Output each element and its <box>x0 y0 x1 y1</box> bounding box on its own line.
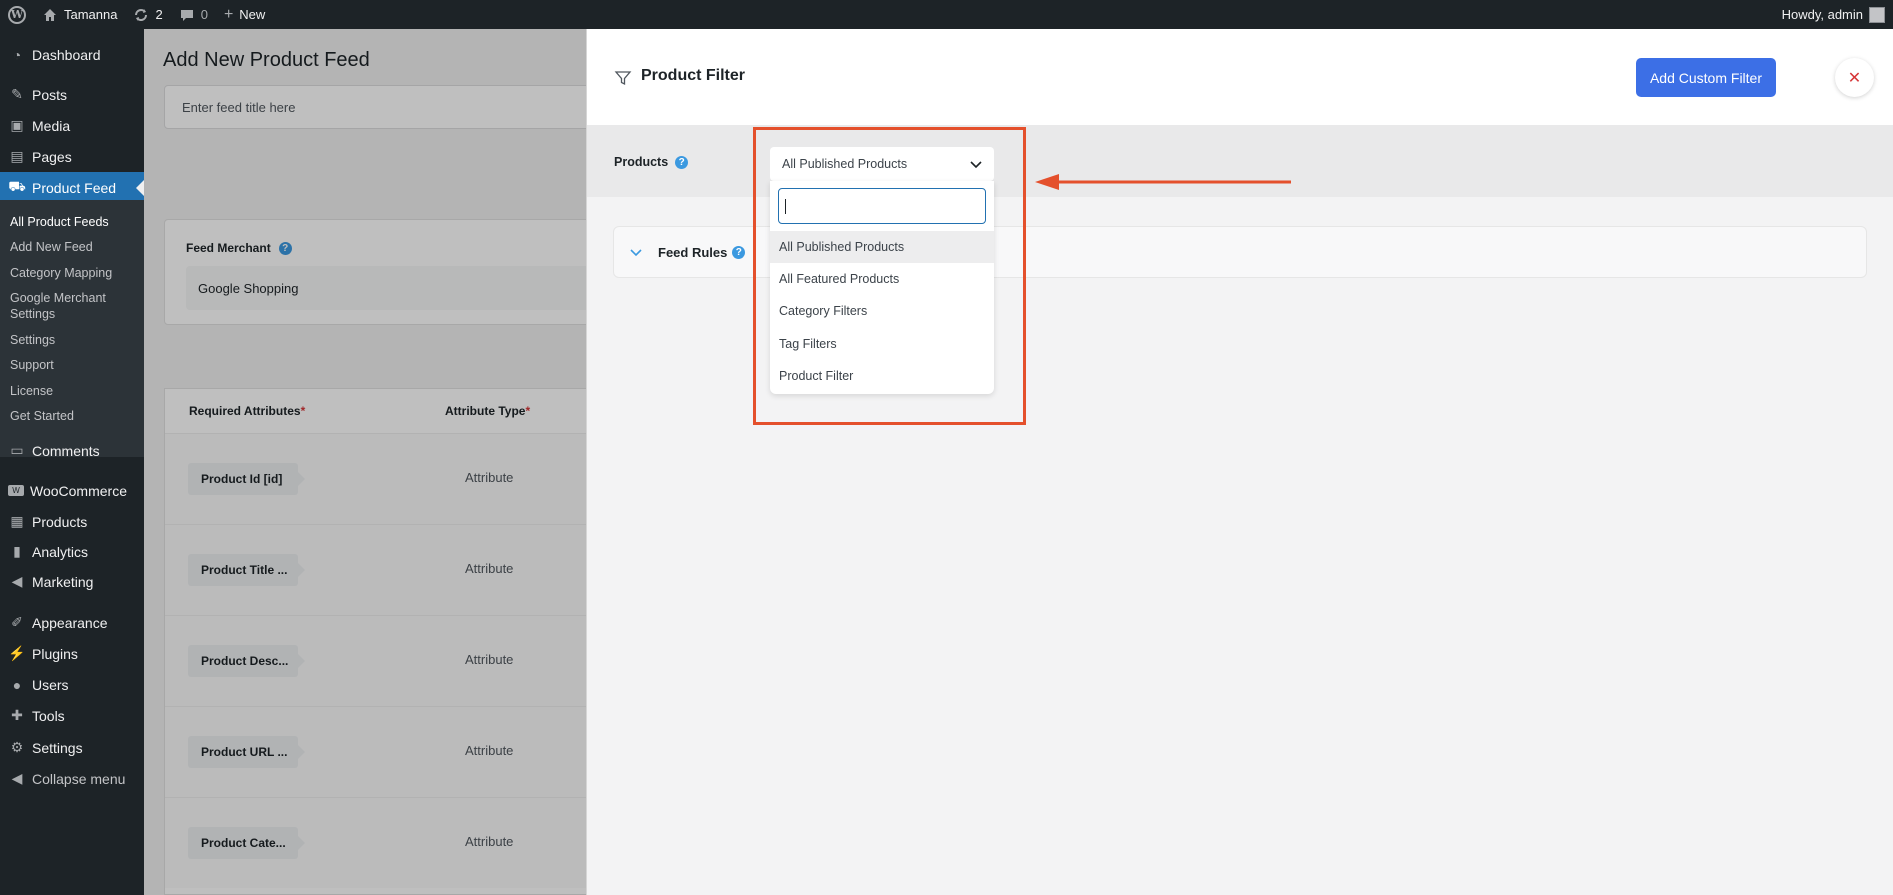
collapse-icon: ◀ <box>11 770 23 786</box>
admin-sidebar: ◔ Dashboard ✎ Posts ▣ Media ▤ Pages ⛟ Product… <box>0 29 144 895</box>
menu-marketing[interactable]: ◀ Marketing <box>0 566 144 597</box>
chevron-down-icon <box>630 249 642 257</box>
menu-tools[interactable]: ✚ Tools <box>0 700 144 731</box>
menu-label: Comments <box>32 442 100 459</box>
close-icon: ✕ <box>1847 69 1862 87</box>
submenu-category-mapping[interactable]: Category Mapping <box>10 265 135 281</box>
updates-count: 2 <box>155 7 163 22</box>
menu-label: Posts <box>32 86 68 103</box>
refresh-icon <box>135 8 148 21</box>
submenu-settings[interactable]: Settings <box>10 332 135 348</box>
cart-icon: ⛟ <box>8 178 26 194</box>
menu-label: Tools <box>32 707 65 724</box>
wrench-icon: ✚ <box>11 707 23 723</box>
drawer-header: Product Filter Add Custom Filter ✕ <box>587 29 1893 125</box>
brush-icon: ✐ <box>11 614 23 630</box>
menu-label: Users <box>32 676 69 693</box>
menu-label: Dashboard <box>32 46 101 63</box>
woo-icon: W <box>8 485 24 496</box>
wordpress-icon: W <box>8 5 26 24</box>
add-custom-filter-button[interactable]: Add Custom Filter <box>1636 58 1776 97</box>
menu-pages[interactable]: ▤ Pages <box>0 141 144 172</box>
menu-appearance[interactable]: ✐ Appearance <box>0 607 144 638</box>
updates-link[interactable]: 2 <box>125 0 170 29</box>
comments-count: 0 <box>200 7 208 22</box>
menu-label: Appearance <box>32 614 108 631</box>
wp-logo-button[interactable]: W <box>0 0 34 29</box>
media-icon: ▣ <box>10 117 24 133</box>
menu-label: Marketing <box>32 573 94 590</box>
menu-label: Settings <box>32 739 83 756</box>
product-feed-submenu: All Product Feeds Add New Feed Category … <box>0 200 144 457</box>
menu-label: Media <box>32 117 71 134</box>
menu-settings[interactable]: ⚙ Settings <box>0 732 144 763</box>
dashboard-icon: ◔ <box>12 46 22 63</box>
submenu-all-product-feeds[interactable]: All Product Feeds <box>10 214 135 230</box>
home-icon <box>44 8 56 21</box>
new-content-link[interactable]: + New <box>216 0 273 29</box>
plug-icon: ⚡ <box>8 645 26 661</box>
menu-product-feed[interactable]: ⛟ Product Feed <box>0 172 144 203</box>
admin-bar: W Tamanna 2 0 + New Howdy, admin <box>0 0 1893 29</box>
menu-users[interactable]: ● Users <box>0 669 144 700</box>
menu-label: Pages <box>32 148 72 165</box>
plus-icon: + <box>223 5 234 23</box>
filter-icon <box>614 71 632 86</box>
menu-label: Product Feed <box>32 179 117 196</box>
menu-label: Products <box>32 513 88 530</box>
submenu-google-merchant-settings[interactable]: Google Merchant Settings <box>10 290 135 322</box>
bar-chart-icon: ▮ <box>13 543 21 559</box>
menu-analytics[interactable]: ▮ Analytics <box>0 536 144 567</box>
help-icon[interactable]: ? <box>732 246 746 259</box>
megaphone-icon: ◀ <box>11 573 23 589</box>
user-icon: ● <box>12 676 22 693</box>
menu-label: Analytics <box>32 543 89 560</box>
avatar <box>1869 6 1885 23</box>
help-icon[interactable]: ? <box>675 155 689 169</box>
new-label: New <box>239 7 266 22</box>
drawer-title: Product Filter <box>641 67 746 84</box>
submenu-support[interactable]: Support <box>10 357 135 373</box>
annotation-highlight-box <box>753 127 1026 425</box>
comment-icon <box>180 9 193 21</box>
products-label-text: Products <box>614 155 669 169</box>
submenu-license[interactable]: License <box>10 383 135 399</box>
feed-rules-text: Feed Rules <box>658 245 728 260</box>
site-name: Tamanna <box>64 7 118 22</box>
settings-icon: ⚙ <box>10 739 24 755</box>
pin-icon: ✎ <box>11 86 23 102</box>
menu-posts[interactable]: ✎ Posts <box>0 79 144 110</box>
close-button[interactable]: ✕ <box>1835 58 1874 97</box>
menu-collapse[interactable]: ◀ Collapse menu <box>0 763 144 794</box>
menu-woocommerce[interactable]: W WooCommerce <box>0 475 144 506</box>
menu-plugins[interactable]: ⚡ Plugins <box>0 638 144 669</box>
comment-icon: ▭ <box>10 442 24 458</box>
menu-products[interactable]: ▦ Products <box>0 506 144 537</box>
feed-rules-label: Feed Rules ? <box>658 245 746 260</box>
modal-backdrop[interactable] <box>144 29 586 895</box>
menu-comments[interactable]: ▭ Comments <box>0 435 144 466</box>
pages-icon: ▤ <box>10 148 24 164</box>
submenu-get-started[interactable]: Get Started <box>10 408 135 424</box>
archive-icon: ▦ <box>10 513 24 529</box>
menu-dashboard[interactable]: ◔ Dashboard <box>0 39 144 70</box>
menu-label: Collapse menu <box>32 770 126 787</box>
comments-link[interactable]: 0 <box>171 0 216 29</box>
site-name-link[interactable]: Tamanna <box>34 0 125 29</box>
products-label: Products ? <box>614 155 689 169</box>
menu-label: Plugins <box>32 645 78 662</box>
menu-label: WooCommerce <box>30 482 127 499</box>
account-menu[interactable]: Howdy, admin <box>1782 0 1885 29</box>
howdy-text: Howdy, admin <box>1781 7 1863 22</box>
annotation-arrow <box>1035 174 1291 190</box>
menu-media[interactable]: ▣ Media <box>0 110 144 141</box>
submenu-add-new-feed[interactable]: Add New Feed <box>10 239 135 255</box>
